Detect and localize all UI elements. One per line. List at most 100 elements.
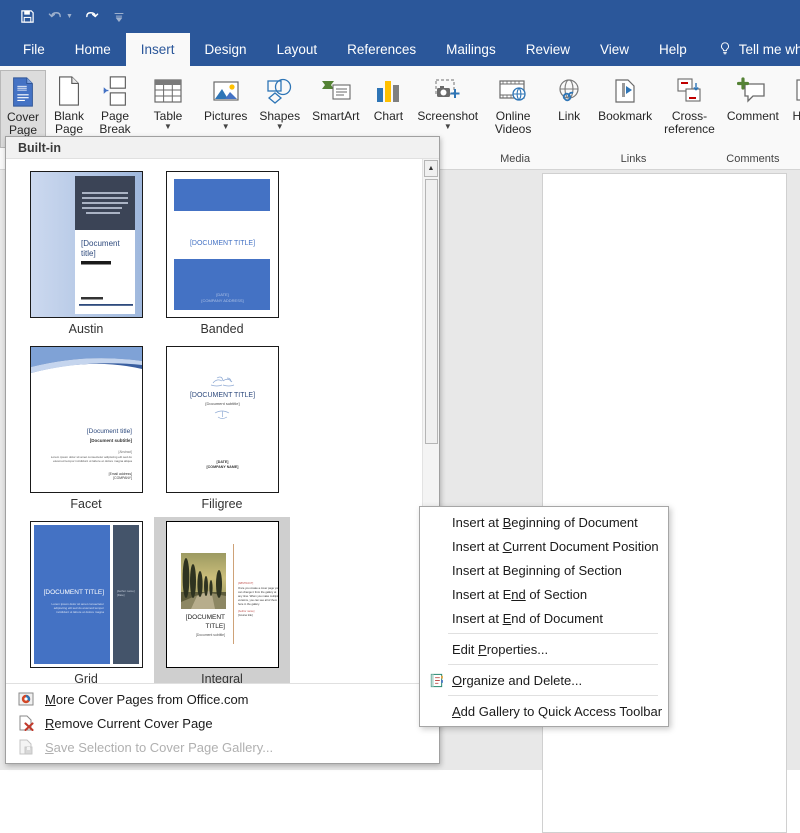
- ctx-add-gallery-to-qat[interactable]: Add Gallery to Quick Access Toolbar: [420, 699, 668, 723]
- tab-file[interactable]: File: [8, 33, 60, 66]
- svg-text:[Document: [Document: [81, 239, 120, 248]
- gallery-context-menu: Insert at Beginning of Document Insert a…: [419, 506, 669, 727]
- gallery-item-integral[interactable]: [DOCUMENT TITLE] [Document subtitle] [AB…: [154, 517, 290, 683]
- svg-text:versions, you can see all of t: versions, you can see all of them: [238, 598, 278, 602]
- blank-page-label: Blank Page: [54, 110, 84, 136]
- screenshot-icon: [432, 73, 464, 107]
- blank-page-icon: [55, 73, 83, 107]
- svg-text:[Author name]: [Author name]: [238, 609, 255, 613]
- ctx-insert-end-document[interactable]: Insert at End of Document: [420, 606, 668, 630]
- chart-button[interactable]: Chart: [365, 70, 411, 125]
- thumbnail-filigree: [DOCUMENT TITLE] [Document subtitle] [DA…: [166, 346, 279, 493]
- ctx-insert-beginning-section[interactable]: Insert at Beginning of Section: [420, 558, 668, 582]
- tab-references[interactable]: References: [332, 33, 431, 66]
- ribbon-group-header-footer: Head ▼: [785, 66, 800, 169]
- ctx-label: Edit Properties...: [452, 642, 548, 657]
- table-icon: [152, 73, 184, 107]
- ctx-insert-beginning-document[interactable]: Insert at Beginning of Document: [420, 510, 668, 534]
- chart-label: Chart: [374, 110, 403, 123]
- ctx-edit-properties[interactable]: Edit Properties...: [420, 637, 668, 661]
- svg-text:[Course title]: [Course title]: [238, 613, 253, 617]
- tab-mailings[interactable]: Mailings: [431, 33, 511, 66]
- gallery-item-label: Filigree: [159, 497, 285, 511]
- link-label: Link: [558, 110, 580, 123]
- tab-design[interactable]: Design: [190, 33, 262, 66]
- pictures-dropdown-chevron-icon[interactable]: ▼: [222, 123, 230, 131]
- ctx-label: Insert at Beginning of Section: [452, 563, 622, 578]
- online-videos-button[interactable]: Online Videos: [484, 70, 542, 138]
- customize-qat-icon[interactable]: [106, 5, 132, 29]
- header-button[interactable]: Head ▼: [785, 70, 800, 133]
- remove-page-icon: [16, 714, 35, 733]
- thumbnail-grid: [DOCUMENT TITLE] Lorem ipsum dolor sit a…: [30, 521, 143, 668]
- gallery-item-filigree[interactable]: [DOCUMENT TITLE] [Document subtitle] [DA…: [154, 342, 290, 513]
- undo-icon[interactable]: [42, 5, 68, 29]
- online-videos-icon: [497, 73, 529, 107]
- svg-text:can change it from the gallery: can change it from the gallery at: [238, 590, 276, 594]
- page-break-label: Page Break: [99, 110, 130, 136]
- screenshot-dropdown-chevron-icon[interactable]: ▼: [444, 123, 452, 131]
- svg-text:[Document subtitle]: [Document subtitle]: [195, 633, 224, 637]
- gallery-item-label: Banded: [159, 322, 285, 336]
- link-button[interactable]: Link: [546, 70, 592, 125]
- context-menu-separator: [448, 695, 658, 696]
- bookmark-button[interactable]: Bookmark: [592, 70, 658, 125]
- context-menu-separator: [448, 664, 658, 665]
- save-selection-label: Save Selection to Cover Page Gallery...: [45, 740, 273, 755]
- document-page[interactable]: [542, 173, 787, 833]
- smartart-label: SmartArt: [312, 110, 359, 123]
- scrollbar-thumb[interactable]: [425, 179, 438, 444]
- pictures-icon: [211, 73, 241, 107]
- comment-button[interactable]: Comment: [721, 70, 785, 125]
- more-cover-pages-item[interactable]: More Cover Pages from Office.com: [6, 687, 439, 711]
- gallery-item-austin[interactable]: [Document title] Austin: [18, 167, 154, 338]
- gallery-item-facet[interactable]: [Document title] [Document subtitle] [Ab…: [18, 342, 154, 513]
- svg-text:eiusmod tempor incididunt ut l: eiusmod tempor incididunt ut labore et d…: [53, 459, 132, 463]
- svg-text:[Abstract]: [Abstract]: [118, 450, 132, 454]
- pictures-button[interactable]: Pictures ▼: [198, 70, 253, 133]
- table-dropdown-chevron-icon[interactable]: ▼: [164, 123, 172, 131]
- svg-text:[COMPANY NAME]: [COMPANY NAME]: [206, 465, 238, 469]
- cover-page-gallery: Built-in [Document title]: [5, 136, 440, 764]
- tell-me-box[interactable]: Tell me what you want to: [702, 33, 800, 66]
- cross-reference-button[interactable]: Cross- reference: [658, 70, 721, 138]
- svg-text:[COMPANY ADDRESS]: [COMPANY ADDRESS]: [201, 298, 243, 303]
- gallery-grid: [Document title] Austin [DOCUMENT TITLE]: [6, 159, 422, 683]
- shapes-icon: [265, 73, 295, 107]
- page-break-icon: [100, 73, 130, 107]
- tab-home[interactable]: Home: [60, 33, 126, 66]
- save-selection-icon: [16, 738, 35, 757]
- smartart-icon: [320, 73, 352, 107]
- blank-page-button[interactable]: Blank Page: [46, 70, 92, 138]
- lightbulb-icon: [718, 41, 732, 59]
- screenshot-button[interactable]: Screenshot ▼: [411, 70, 484, 133]
- tab-help[interactable]: Help: [644, 33, 702, 66]
- undo-dropdown-chevron-icon[interactable]: ▼: [66, 13, 76, 20]
- save-icon[interactable]: [14, 5, 40, 29]
- table-button[interactable]: Table ▼: [138, 70, 198, 133]
- gallery-item-label: Austin: [23, 322, 149, 336]
- tab-layout[interactable]: Layout: [262, 33, 333, 66]
- ctx-insert-current-position[interactable]: Insert at Current Document Position: [420, 534, 668, 558]
- ribbon-group-links-label: Links: [546, 153, 721, 169]
- ctx-organize-and-delete[interactable]: Organize and Delete...: [420, 668, 668, 692]
- ribbon-tabs: File Home Insert Design Layout Reference…: [0, 33, 800, 66]
- remove-current-cover-page-item[interactable]: Remove Current Cover Page: [6, 711, 439, 735]
- scroll-up-button[interactable]: ▲: [424, 160, 438, 177]
- tell-me-label: Tell me what you want to: [739, 42, 800, 57]
- tab-review[interactable]: Review: [511, 33, 585, 66]
- redo-icon[interactable]: [78, 5, 104, 29]
- shapes-button[interactable]: Shapes ▼: [253, 70, 306, 133]
- tab-view[interactable]: View: [585, 33, 644, 66]
- gallery-item-grid[interactable]: [DOCUMENT TITLE] Lorem ipsum dolor sit a…: [18, 517, 154, 683]
- smartart-button[interactable]: SmartArt: [306, 70, 365, 125]
- gallery-item-banded[interactable]: [DOCUMENT TITLE] [DATE] [COMPANY ADDRESS…: [154, 167, 290, 338]
- tab-insert[interactable]: Insert: [126, 33, 190, 66]
- svg-text:[DATE]: [DATE]: [216, 460, 228, 464]
- shapes-dropdown-chevron-icon[interactable]: ▼: [276, 123, 284, 131]
- page-break-button[interactable]: Page Break: [92, 70, 138, 138]
- comment-icon: [737, 73, 769, 107]
- ctx-insert-end-section[interactable]: Insert at End of Section: [420, 582, 668, 606]
- svg-text:[DOCUMENT TITLE]: [DOCUMENT TITLE]: [43, 589, 104, 596]
- svg-text:title]: title]: [81, 249, 96, 258]
